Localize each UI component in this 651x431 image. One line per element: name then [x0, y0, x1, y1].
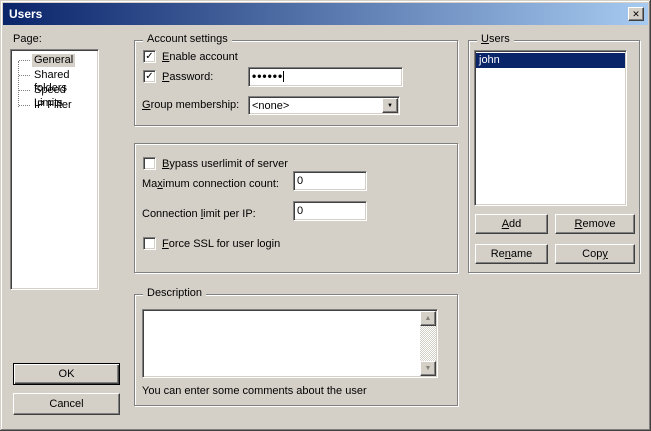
- max-connection-input[interactable]: 0: [293, 171, 367, 191]
- page-item-general[interactable]: General: [12, 53, 97, 68]
- scroll-up-icon[interactable]: ▲: [420, 311, 436, 326]
- bypass-userlimit-checkbox[interactable]: [143, 157, 156, 170]
- enable-account-checkbox[interactable]: ✓: [143, 50, 156, 63]
- chevron-down-icon[interactable]: ▼: [382, 98, 398, 113]
- bypass-userlimit-label: Bypass userlimit of server: [162, 158, 288, 171]
- remove-user-button[interactable]: Remove: [555, 214, 635, 234]
- titlebar[interactable]: Users ✕: [3, 3, 648, 25]
- page-item-label[interactable]: IP Filter: [32, 99, 74, 112]
- page-item-label[interactable]: General: [32, 54, 75, 67]
- rename-user-button[interactable]: Rename: [475, 244, 548, 264]
- description-scrollbar[interactable]: ▲ ▼: [420, 311, 436, 376]
- cancel-button[interactable]: Cancel: [13, 393, 120, 415]
- group-membership-label: Group membership:: [142, 99, 239, 112]
- group-membership-select[interactable]: <none> ▼: [248, 96, 400, 115]
- page-item-speed-limits[interactable]: Speed Limits: [12, 83, 97, 98]
- force-ssl-checkbox[interactable]: [143, 237, 156, 250]
- add-user-button[interactable]: Add: [475, 214, 548, 234]
- password-checkbox[interactable]: ✓: [143, 70, 156, 83]
- description-title: Description: [143, 287, 206, 300]
- user-list-item[interactable]: john: [476, 53, 625, 68]
- checkmark-icon: ✓: [145, 51, 153, 62]
- description-hint: You can enter some comments about the us…: [142, 385, 367, 398]
- account-settings-title: Account settings: [143, 33, 232, 46]
- tree-tick: [19, 75, 30, 76]
- tree-tick: [19, 90, 30, 91]
- text-caret: [283, 71, 284, 82]
- connection-limit-input[interactable]: 0: [293, 201, 367, 221]
- copy-user-button[interactable]: Copy: [555, 244, 635, 264]
- ok-button[interactable]: OK: [13, 363, 120, 385]
- description-textarea[interactable]: ▲ ▼: [142, 309, 438, 378]
- page-tree[interactable]: General Shared folders Speed Limits IP F…: [10, 49, 99, 290]
- users-dialog: Users ✕ Page: General Shared folders Spe…: [0, 0, 651, 431]
- close-icon[interactable]: ✕: [628, 7, 644, 21]
- page-label: Page:: [13, 33, 42, 46]
- connection-limit-label: Connection limit per IP:: [142, 208, 256, 221]
- password-label: Password:: [162, 71, 213, 84]
- page-item-ip-filter[interactable]: IP Filter: [12, 98, 97, 113]
- enable-account-label: Enable account: [162, 51, 238, 64]
- page-item-shared-folders[interactable]: Shared folders: [12, 68, 97, 83]
- force-ssl-label: Force SSL for user login: [162, 238, 280, 251]
- users-list[interactable]: john: [474, 50, 627, 206]
- max-connection-label: Maximum connection count:: [142, 178, 279, 191]
- tree-tick: [19, 105, 30, 106]
- password-input[interactable]: ••••••: [248, 67, 403, 87]
- users-group-title: Users: [477, 33, 514, 46]
- window-title: Users: [9, 7, 42, 21]
- tree-tick: [19, 60, 30, 61]
- checkmark-icon: ✓: [145, 71, 153, 82]
- scroll-down-icon[interactable]: ▼: [420, 361, 436, 376]
